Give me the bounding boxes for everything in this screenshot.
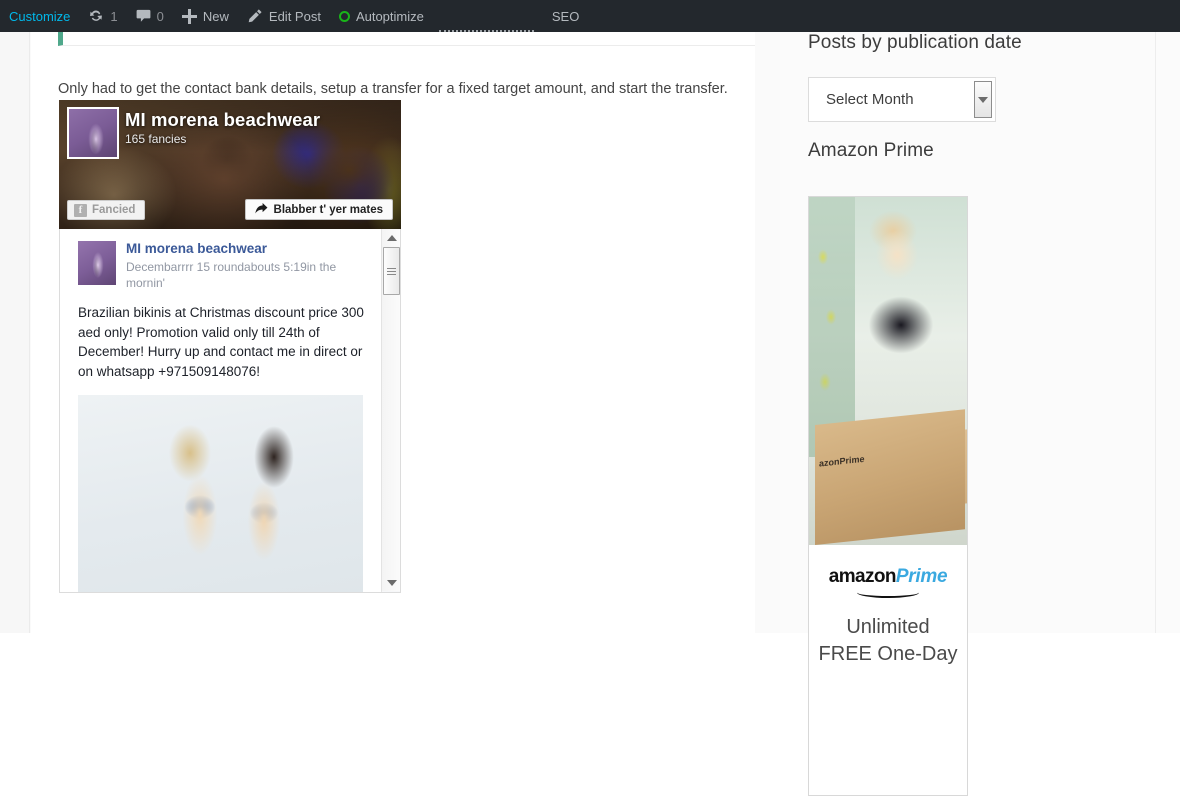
- feed-scrollbar[interactable]: [381, 229, 400, 591]
- update-icon: [88, 8, 104, 24]
- facebook-f-icon: f: [74, 203, 87, 217]
- main-content-column: Only had to get the contact bank details…: [31, 24, 755, 633]
- post-photo[interactable]: [78, 395, 363, 592]
- adminbar-customize[interactable]: Customize: [0, 0, 79, 32]
- prime-wordmark: Prime: [895, 566, 948, 587]
- amazon-wordmark: amazon: [828, 566, 897, 587]
- post-author-avatar: [78, 241, 116, 285]
- like-button-label: Fancied: [92, 204, 136, 216]
- ad-tagline-line2: FREE One-Day: [818, 643, 958, 665]
- share-arrow-icon: [254, 202, 268, 217]
- adminbar-seo[interactable]: SEO: [540, 0, 591, 32]
- sidebar: Posts by publication date Select Month A…: [780, 32, 1155, 796]
- plus-icon: [181, 8, 197, 24]
- post-text: Brazilian bikinis at Christmas discount …: [78, 305, 364, 379]
- adminbar-dotted-separator: [438, 0, 534, 32]
- page-name[interactable]: MI morena beachwear: [125, 109, 320, 131]
- admin-bar: Customize 1 0 New Edit Post Autoptimize …: [0, 0, 1180, 32]
- adminbar-updates[interactable]: 1: [79, 0, 126, 32]
- comment-icon: [136, 9, 151, 23]
- archives-heading: Posts by publication date: [808, 32, 1022, 53]
- ad-tagline-line1: Unlimited: [846, 616, 930, 638]
- post-timestamp: Decembarrrr 15 roundabouts 5:19in the mo…: [126, 260, 337, 290]
- widget-archives: Posts by publication date Select Month: [808, 32, 1022, 122]
- right-gutter: [1155, 32, 1180, 633]
- post-header: MI morena beachwear Decembarrrr 15 round…: [78, 241, 367, 291]
- left-gutter: [0, 32, 30, 633]
- adminbar-new[interactable]: New: [173, 0, 238, 32]
- page-fancies-count: 165 fancies: [125, 132, 187, 146]
- adminbar-seo-label: SEO: [551, 8, 580, 24]
- adminbar-edit-post[interactable]: Edit Post: [238, 0, 330, 32]
- embed-feed: MI morena beachwear Decembarrrr 15 round…: [59, 229, 401, 593]
- post-meta: MI morena beachwear Decembarrrr 15 round…: [126, 241, 367, 291]
- adminbar-updates-count: 1: [110, 8, 118, 24]
- ad-photo: amazonPrime azonPrime: [809, 197, 967, 545]
- adminbar-comments-count: 0: [156, 8, 164, 24]
- scroll-down-arrow-icon[interactable]: [382, 574, 400, 591]
- amazon-prime-ad[interactable]: amazonPrime azonPrime amazonPrime Unlimi…: [808, 196, 968, 796]
- amazon-prime-logo: amazonPrime: [809, 567, 967, 586]
- facebook-page-embed: MI morena beachwear 165 fancies f Fancie…: [59, 100, 401, 633]
- autoptimize-ring-icon: [338, 10, 350, 22]
- ad-tagline: Unlimited FREE One-Day: [809, 614, 967, 668]
- adminbar-autoptimize-label: Autoptimize: [355, 8, 424, 24]
- select-month-value: Select Month: [826, 91, 914, 108]
- page-avatar: [67, 107, 119, 159]
- select-month-dropdown[interactable]: Select Month: [808, 77, 996, 122]
- widget-amazon-prime: Amazon Prime amazonPrime azonPrime amazo…: [808, 140, 968, 796]
- post-author-name[interactable]: MI morena beachwear: [126, 241, 367, 257]
- intro-paragraph: Only had to get the contact bank details…: [58, 81, 728, 97]
- scroll-up-arrow-icon[interactable]: [382, 229, 400, 246]
- like-button[interactable]: f Fancied: [67, 200, 146, 220]
- feed-post: MI morena beachwear Decembarrrr 15 round…: [60, 229, 382, 592]
- adminbar-autoptimize[interactable]: Autoptimize: [330, 0, 433, 32]
- adminbar-customize-label: Customize: [9, 8, 71, 24]
- amazon-heading: Amazon Prime: [808, 140, 934, 161]
- adminbar-edit-post-label: Edit Post: [268, 8, 321, 24]
- scrollbar-thumb[interactable]: [383, 247, 400, 295]
- amazon-smile-icon: [857, 587, 919, 598]
- adminbar-new-label: New: [202, 8, 229, 24]
- embed-cover: MI morena beachwear 165 fancies f Fancie…: [59, 100, 401, 229]
- ad-background-plants: [809, 197, 855, 457]
- ad-parcel-front-logo: azonPrime: [819, 453, 865, 469]
- page-body: Only had to get the contact bank details…: [0, 24, 1180, 796]
- pencil-icon: [247, 8, 263, 24]
- scrollbar-grip-icon: [387, 266, 396, 277]
- share-button[interactable]: Blabber t' yer mates: [244, 199, 393, 220]
- share-button-label: Blabber t' yer mates: [273, 203, 383, 216]
- chevron-down-icon[interactable]: [974, 81, 992, 118]
- ad-parcel-front: azonPrime: [815, 409, 965, 545]
- adminbar-comments[interactable]: 0: [127, 0, 173, 32]
